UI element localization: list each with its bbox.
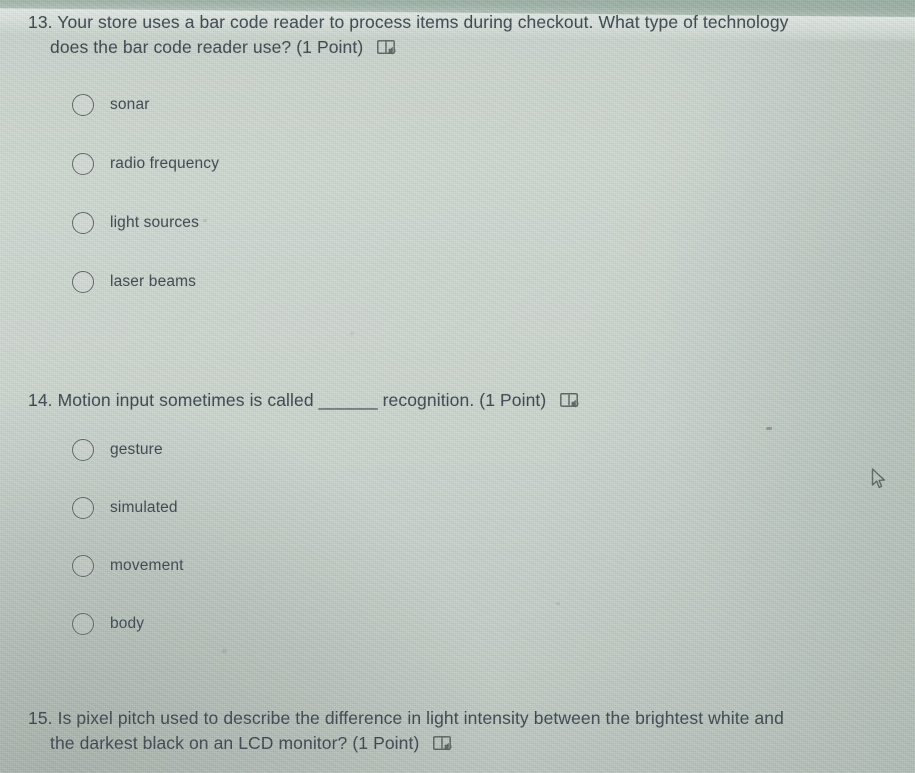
read-aloud-icon[interactable]	[377, 40, 396, 56]
question-15-points: (1 Point)	[352, 733, 420, 753]
question-15-line2: the darkest black on an LCD monitor?	[50, 733, 348, 753]
question-13: 13. Your store uses a bar code reader to…	[28, 10, 900, 60]
question-15-line2-wrap: the darkest black on an LCD monitor? (1 …	[28, 731, 900, 756]
option-label: simulated	[110, 499, 178, 516]
option-row[interactable]: laser beams	[72, 267, 219, 297]
option-row[interactable]: gesture	[72, 435, 184, 465]
question-14-number: 14.	[28, 390, 53, 410]
radio-button[interactable]	[72, 613, 94, 635]
question-13-points: (1 Point)	[296, 37, 364, 57]
read-aloud-icon[interactable]	[560, 393, 579, 409]
option-label: gesture	[110, 441, 163, 458]
option-row[interactable]: body	[72, 609, 184, 639]
radio-button[interactable]	[72, 94, 94, 116]
option-row[interactable]: light sources	[72, 208, 219, 238]
option-label: movement	[110, 557, 184, 574]
question-14: 14. Motion input sometimes is called ___…	[28, 388, 900, 413]
question-13-line2: does the bar code reader use?	[50, 37, 292, 57]
radio-button[interactable]	[72, 497, 94, 519]
question-15-line1: Is pixel pitch used to describe the diff…	[57, 708, 784, 728]
option-label: light sources	[110, 214, 199, 231]
option-row[interactable]: movement	[72, 551, 184, 581]
question-13-line1: Your store uses a bar code reader to pro…	[57, 12, 789, 32]
question-13-text: 13. Your store uses a bar code reader to…	[28, 10, 900, 60]
question-13-line2-wrap: does the bar code reader use? (1 Point)	[28, 35, 900, 60]
question-14-points: (1 Point)	[479, 390, 547, 410]
option-row[interactable]: sonar	[72, 90, 219, 120]
quiz-content: 13. Your store uses a bar code reader to…	[0, 0, 915, 773]
radio-button[interactable]	[72, 271, 94, 293]
radio-button[interactable]	[72, 555, 94, 577]
radio-button[interactable]	[72, 439, 94, 461]
question-14-line1: Motion input sometimes is called ______ …	[57, 390, 475, 410]
dust-speck	[556, 602, 560, 605]
question-15-text: 15. Is pixel pitch used to describe the …	[28, 706, 900, 756]
dust-speck	[350, 332, 354, 335]
question-14-text: 14. Motion input sometimes is called ___…	[28, 388, 900, 413]
dust-speck	[766, 427, 772, 430]
question-15: 15. Is pixel pitch used to describe the …	[28, 706, 900, 756]
radio-button[interactable]	[72, 153, 94, 175]
mouse-pointer-cursor	[871, 468, 887, 490]
read-aloud-icon[interactable]	[433, 736, 452, 752]
option-label: laser beams	[110, 273, 197, 290]
question-15-number: 15.	[28, 708, 53, 728]
option-row[interactable]: radio frequency	[72, 149, 219, 179]
radio-button[interactable]	[72, 212, 94, 234]
option-row[interactable]: simulated	[72, 493, 184, 523]
option-label: body	[110, 615, 145, 632]
quiz-screenshot: 13. Your store uses a bar code reader to…	[0, 0, 915, 773]
question-13-options: sonar radio frequency light sources lase…	[72, 90, 219, 297]
question-13-number: 13.	[28, 12, 53, 32]
dust-speck	[222, 649, 227, 653]
option-label: sonar	[110, 96, 150, 113]
question-14-options: gesture simulated movement body	[72, 435, 184, 639]
option-label: radio frequency	[110, 155, 220, 172]
